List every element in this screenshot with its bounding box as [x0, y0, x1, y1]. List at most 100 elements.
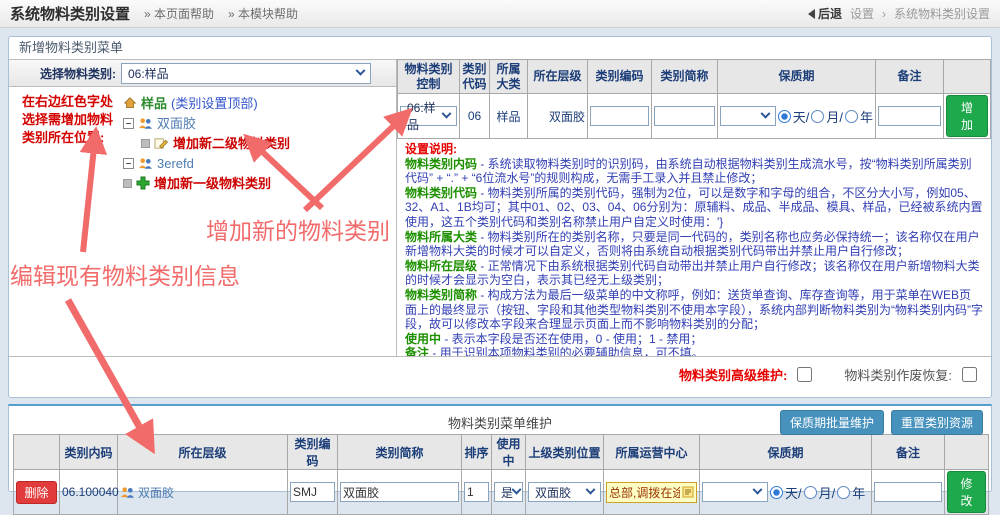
tree-node-3erefd[interactable]: 3erefd — [123, 153, 290, 173]
category-maintenance-panel: 物料类别菜单维护 保质期批量维护 重置类别资源 类别内码 所在层级 类别编码 类… — [8, 404, 992, 492]
in-use-select[interactable]: 是 — [494, 482, 523, 502]
tree-add-sub-category[interactable]: 增加新二级物料类别 — [123, 133, 290, 153]
modify-button[interactable]: 修改 — [947, 471, 986, 513]
breadcrumb-page: 系统物料类别设置 — [894, 5, 990, 22]
col-header: 类别编码 — [588, 60, 652, 94]
col-header: 保质期 — [718, 60, 876, 94]
chevron-down-icon — [586, 484, 596, 494]
shelf-life-select[interactable] — [720, 106, 776, 126]
note-item: 物料类别内码 - 系统读取物料类别时的识别码，由系统自动根据物料类别生成流水号，… — [405, 157, 983, 186]
col-header: 所属运营中心 — [604, 435, 700, 470]
chevron-down-icon — [512, 484, 522, 494]
col-header: 类别简称 — [652, 60, 718, 94]
advanced-maintain-checkbox[interactable] — [797, 367, 812, 382]
users-icon — [120, 486, 135, 499]
users-icon — [138, 117, 153, 130]
level-value: 双面胶 — [528, 94, 588, 139]
breadcrumb: 后退 设置 › 系统物料类别设置 — [808, 5, 990, 22]
tree-root[interactable]: 样品 (类别设置顶部) — [123, 93, 290, 113]
chevron-down-icon — [753, 484, 763, 494]
note-item: 物料所属大类 - 物料类别所在的类别名称，只要是同一代码的，类别名称也应务必保持… — [405, 230, 983, 259]
col-header: 所在层级 — [118, 435, 288, 470]
category-tree-section: 选择物料类别: 06:样品 在右边红色字处 选择需增加物料 类别所在位置: — [9, 59, 397, 356]
advanced-options-row: 物料类别高级维护: 物料类别作废恢复: — [9, 357, 991, 391]
category-code-input[interactable] — [590, 106, 649, 126]
collapse-icon[interactable] — [123, 158, 134, 169]
shelf-batch-button[interactable]: 保质期批量维护 — [780, 410, 884, 435]
category-tree: 样品 (类别设置顶部) 双面胶 — [123, 93, 290, 193]
chevron-down-icon — [356, 65, 366, 75]
col-header-blank — [944, 60, 991, 94]
back-icon — [808, 9, 815, 19]
breadcrumb-separator: › — [882, 7, 886, 21]
col-header: 类别编码 — [288, 435, 338, 470]
col-header: 使用中 — [492, 435, 526, 470]
add-button[interactable]: 增加 — [946, 95, 988, 137]
tree-node-shuangmianjiao[interactable]: 双面胶 — [123, 113, 290, 133]
restore-label: 物料类别作废恢复: — [844, 365, 952, 384]
col-header: 备注 — [872, 435, 945, 470]
unit-day-radio[interactable] — [778, 110, 791, 123]
control-select[interactable]: 06:样品 — [400, 106, 457, 126]
col-header-blank — [14, 435, 60, 470]
category-select-row: 选择物料类别: 06:样品 — [9, 59, 396, 87]
tree-add-top-category[interactable]: 增加新一级物料类别 — [123, 173, 290, 193]
category-name-input[interactable] — [654, 106, 715, 126]
page-title: 系统物料类别设置 — [10, 3, 130, 24]
collapse-icon[interactable] — [123, 118, 134, 129]
restore-checkbox[interactable] — [962, 367, 977, 382]
note-item: 物料类别代码 - 物料类别所属的类别代码，强制为2位，可以是数字和字母的组合，不… — [405, 186, 983, 230]
reset-resource-button[interactable]: 重置类别资源 — [891, 410, 983, 435]
category-select[interactable]: 06:样品 — [121, 63, 371, 84]
col-header: 所属大类 — [490, 60, 528, 94]
row-remark-input[interactable] — [874, 482, 942, 502]
add-category-row: 06:样品 06 样品 双面胶 — [398, 94, 991, 139]
page-help-link[interactable]: » 本页面帮助 — [144, 5, 214, 22]
back-button[interactable]: 后退 — [808, 5, 842, 22]
category-select-label: 选择物料类别: — [9, 65, 121, 82]
table-row: 删除 06.100040 双面胶 是 — [14, 470, 989, 515]
note-item: 物料类别简称 - 构成方法为最后一级菜单的中文称呼，例如：送货单查询、库存查询等… — [405, 288, 983, 332]
notes-title: 设置说明: — [405, 142, 983, 157]
home-icon — [123, 96, 137, 110]
edit-icon — [154, 137, 169, 150]
col-header: 上级类别位置 — [526, 435, 604, 470]
row-unit-year-radio[interactable] — [837, 486, 850, 499]
col-header: 排序 — [462, 435, 492, 470]
note-item: 备注 - 用于识别本项物料类别的必要辅助信息，可不填。 — [405, 346, 983, 356]
row-unit-month-radio[interactable] — [804, 486, 817, 499]
annotation-edit-existing: 编辑现有物料类别信息 — [10, 257, 240, 291]
category-code-value: 06 — [460, 94, 490, 139]
plus-icon — [136, 176, 150, 190]
operation-center-field[interactable]: 总部,调拨在途仓,包 — [606, 482, 697, 503]
tree-leaf-icon — [141, 139, 150, 148]
col-header: 保质期 — [700, 435, 872, 470]
col-header-blank — [945, 435, 989, 470]
col-header: 类别代码 — [460, 60, 490, 94]
row-shelf-life-select[interactable] — [702, 482, 768, 502]
major-class-value: 样品 — [490, 94, 528, 139]
remark-input[interactable] — [878, 106, 941, 126]
breadcrumb-section[interactable]: 设置 — [850, 5, 874, 22]
row-sort-input[interactable] — [464, 482, 489, 502]
col-header: 所在层级 — [528, 60, 588, 94]
picker-icon[interactable] — [682, 486, 694, 498]
advanced-maintain-label: 物料类别高级维护: — [679, 365, 787, 384]
panel-title: 新增物料类别菜单 — [9, 37, 991, 59]
col-header: 类别内码 — [60, 435, 118, 470]
col-header: 物料类别控制 — [398, 60, 460, 94]
col-header: 类别简称 — [338, 435, 462, 470]
unit-month-radio[interactable] — [811, 110, 824, 123]
row-unit-day-radio[interactable] — [770, 486, 783, 499]
parent-category-select[interactable]: 双面胶 — [528, 482, 601, 502]
row-category-name-input[interactable] — [340, 482, 459, 502]
note-item: 使用中 - 表示本字段是否还在使用，0 - 使用；1 - 禁用； — [405, 332, 983, 347]
unit-year-radio[interactable] — [845, 110, 858, 123]
annotation-add-new: 增加新的物料类别 — [206, 212, 390, 246]
row-category-code-input[interactable] — [290, 482, 335, 502]
col-header: 备注 — [876, 60, 944, 94]
delete-button[interactable]: 删除 — [16, 481, 56, 504]
tree-leaf-icon — [123, 179, 132, 188]
inner-code-value: 06.100040 — [60, 470, 118, 515]
module-help-link[interactable]: » 本模块帮助 — [228, 5, 298, 22]
